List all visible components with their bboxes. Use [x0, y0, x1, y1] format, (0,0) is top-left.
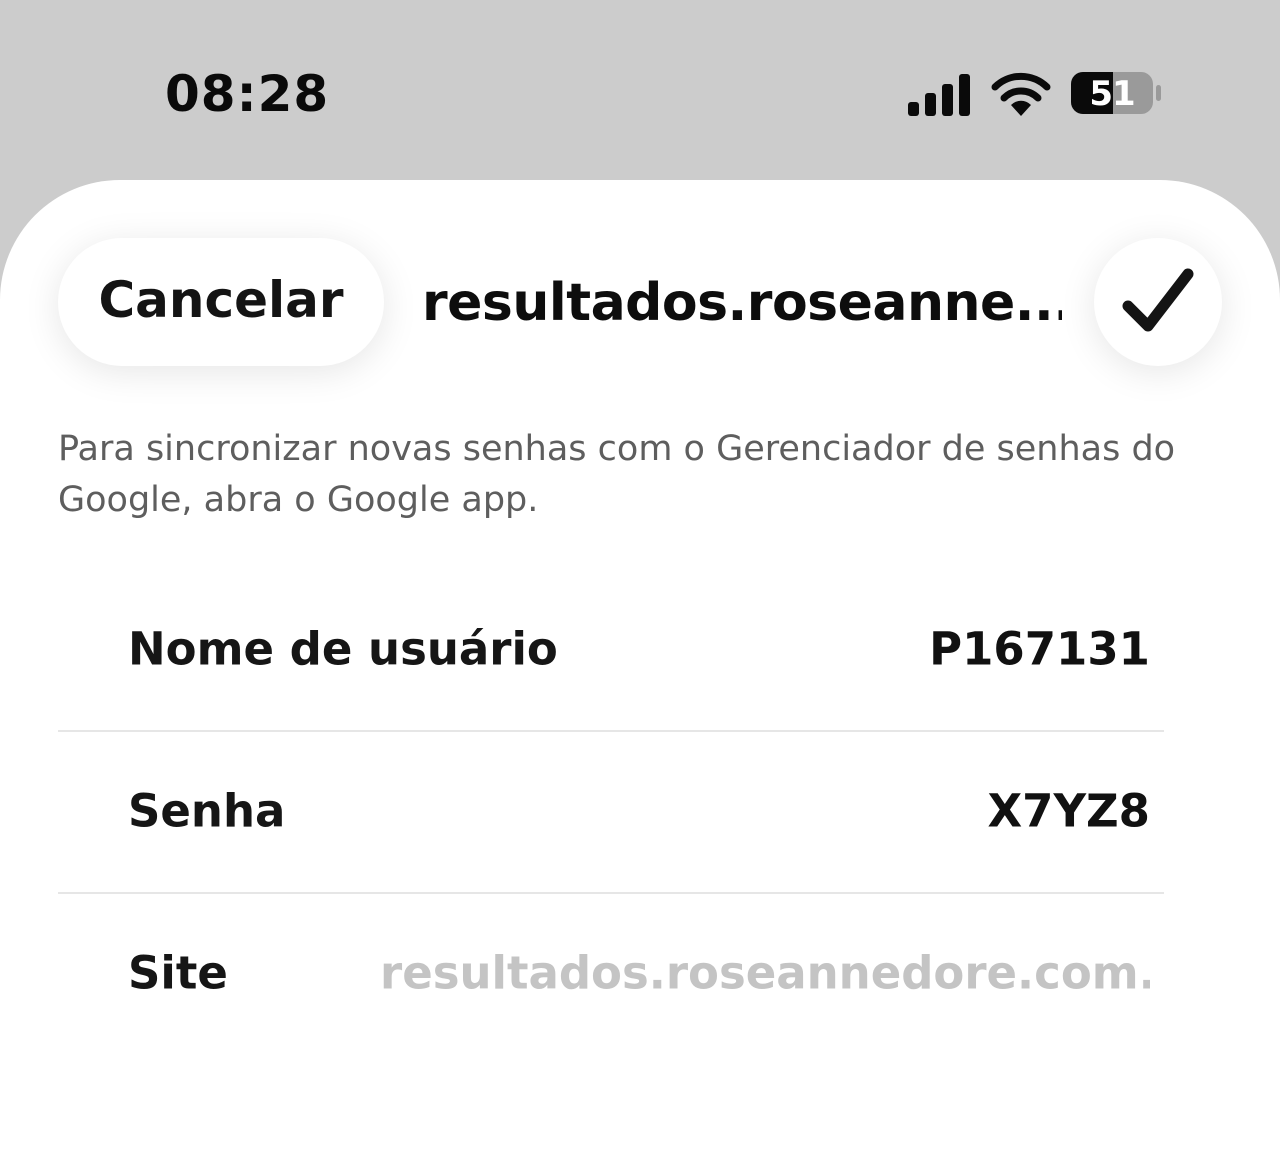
site-value: resultados.roseannedore.com....	[380, 946, 1150, 1000]
username-row[interactable]: Nome de usuário P167131	[58, 568, 1164, 732]
password-row[interactable]: Senha X7YZ8	[58, 730, 1164, 894]
username-value[interactable]: P167131	[929, 623, 1150, 676]
site-row: Site resultados.roseannedore.com....	[58, 892, 1164, 1054]
confirm-button[interactable]	[1094, 238, 1222, 366]
battery-level: 51	[1089, 74, 1135, 114]
status-time: 08:28	[165, 65, 330, 123]
status-bar: 08:28 51	[0, 0, 1280, 180]
checkmark-icon	[1122, 268, 1194, 332]
site-label: Site	[128, 946, 228, 1000]
cancel-button[interactable]: Cancelar	[58, 238, 384, 366]
username-label: Nome de usuário	[128, 622, 558, 676]
sync-info-text: Para sincronizar novas senhas com o Gere…	[58, 429, 1176, 520]
password-value[interactable]: X7YZ8	[987, 785, 1150, 838]
wifi-icon	[991, 72, 1051, 116]
password-label: Senha	[128, 784, 286, 838]
signal-icon	[908, 74, 970, 116]
sheet-title: resultados.roseanne...	[422, 273, 1062, 333]
